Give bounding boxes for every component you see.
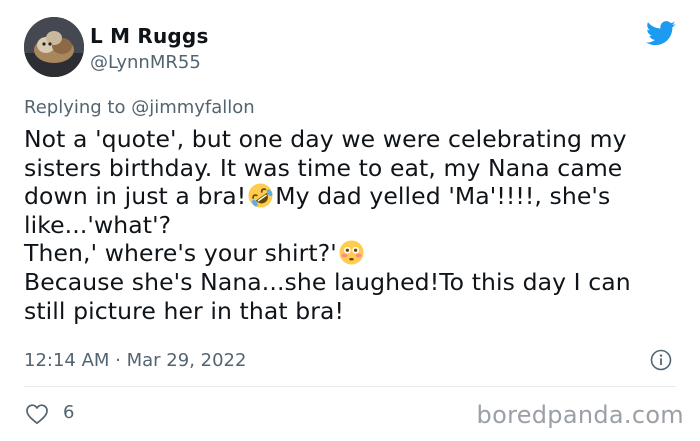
author-display-name[interactable]: L M Ruggs [90,24,209,48]
divider [24,386,676,387]
tweet-line: Then,' where's your shirt?' [24,239,684,268]
tweet-line: still picture her in that bra! [24,296,345,325]
reply-mention-link[interactable]: @jimmyfallon [131,97,255,118]
tweet-line: like...'what'? [24,210,172,239]
tweet-line: down in just a bra! My dad yelled 'Ma'!!… [24,182,684,211]
tweet-line: Not a 'quote', but one day we were celeb… [24,125,627,153]
like-count: 6 [63,402,75,423]
flushed-face-emoji [339,240,364,265]
tweet-line: Because she's Nana...she laughed!To this… [24,267,631,296]
tweet-line-part: My dad yelled 'Ma'!!!!, she's [275,182,611,211]
replying-to-prefix: Replying to [24,97,132,118]
tweet-text: Not a 'quote', but one day we were celeb… [24,125,684,325]
rolling-on-floor-laughing-emoji [248,183,273,208]
author-handle[interactable]: @LynnMR55 [90,52,201,73]
tweet-line-part: Then,' where's your shirt?' [24,239,337,268]
info-icon[interactable] [650,349,672,371]
avatar[interactable] [24,17,84,77]
tweet-timestamp[interactable]: 12:14 AM · Mar 29, 2022 [24,350,246,371]
replying-to: Replying to @jimmyfallon [24,97,255,118]
tweet-line: sisters birthday. It was time to eat, my… [24,153,623,182]
twitter-bird-icon[interactable] [646,21,676,46]
heart-icon[interactable] [25,403,49,425]
tweet-line-part: down in just a bra! [24,182,247,211]
watermark: boredpanda.com [476,401,684,429]
